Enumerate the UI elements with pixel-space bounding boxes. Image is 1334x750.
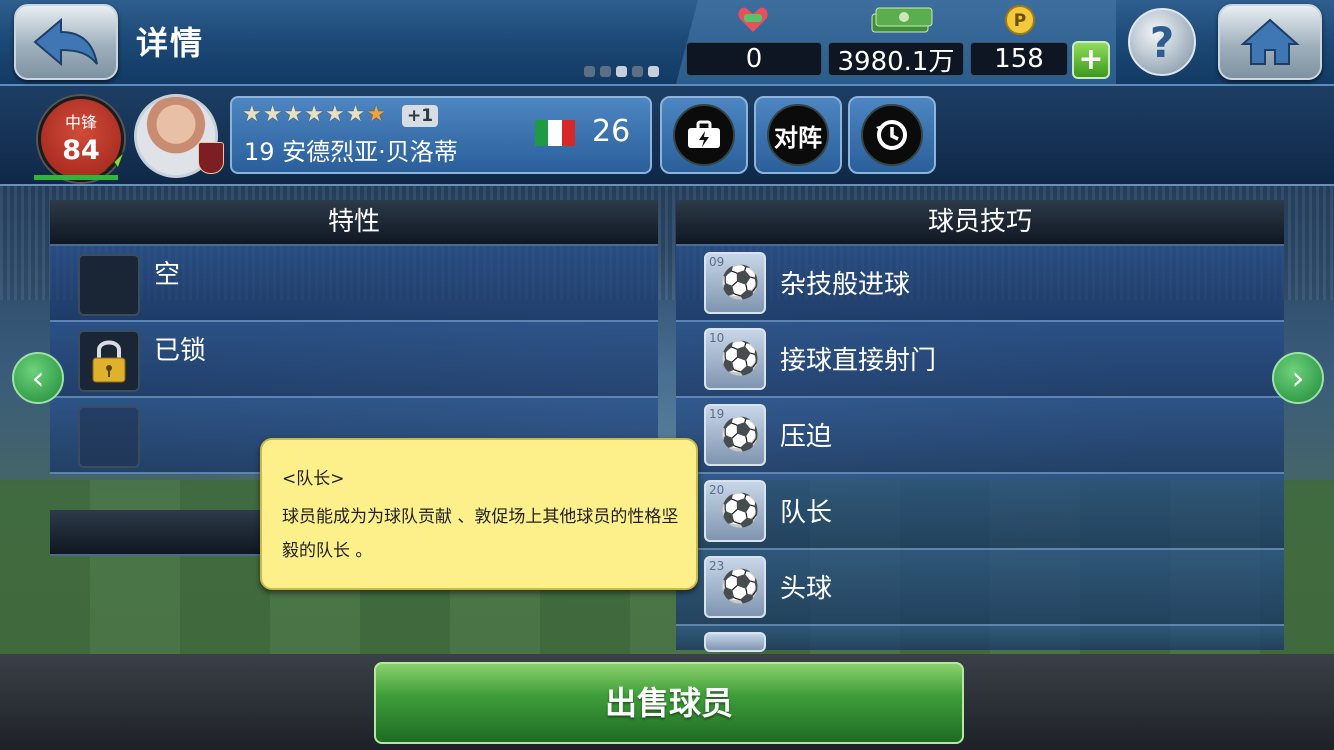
history-clock-icon — [861, 104, 923, 166]
player-age: 26 — [592, 114, 631, 149]
money-stack-icon — [866, 4, 938, 43]
flag-stripe — [535, 120, 549, 146]
back-arrow-icon — [33, 17, 98, 67]
skill-tooltip: <队长> 球员能成为为球队贡献 、敦促场上其他球员的性格坚毅的队长 。 — [260, 438, 698, 590]
back-button[interactable] — [14, 4, 118, 80]
skill-label: 杂技般进球 — [780, 270, 911, 300]
skill-row[interactable]: 09 ⚽ 杂技般进球 — [676, 246, 1284, 322]
help-button[interactable]: ? — [1128, 8, 1196, 76]
home-icon — [1240, 18, 1300, 65]
club-badge-icon — [198, 142, 224, 174]
header-icon: 23 ⚽ — [704, 556, 766, 618]
player-name: 19 安德烈亚·贝洛蒂 — [244, 138, 458, 166]
star-icon: ★ — [262, 102, 283, 127]
svg-text:P: P — [1014, 11, 1026, 31]
traits-header: 特性 — [50, 200, 658, 246]
skill-label: 队长 — [780, 498, 833, 528]
stamina-value: 0 — [686, 42, 822, 76]
coins-value: 158 — [970, 42, 1068, 76]
skill-label: 接球直接射门 — [780, 346, 937, 376]
handshake-icon — [736, 2, 768, 43]
chevron-left-icon: ‹ — [31, 359, 45, 397]
tooltip-body: 球员能成为为球队贡献 、敦促场上其他球员的性格坚毅的队长 。 — [282, 507, 679, 561]
rating-progress-bar — [34, 175, 118, 180]
skill-label: 压迫 — [780, 422, 833, 452]
captaincy-icon: 20 ⚽ — [704, 480, 766, 542]
flag-stripe — [548, 120, 562, 146]
trait-label: 已锁 — [154, 336, 207, 366]
trait-slot-locked[interactable]: 已锁 — [50, 322, 658, 398]
star-icon: ★ — [304, 102, 324, 127]
star-icon: ★ — [366, 102, 387, 127]
trait-label: 空 — [154, 260, 181, 290]
pressing-icon: 19 ⚽ — [704, 404, 766, 466]
growth-arrow-icon — [104, 150, 126, 172]
formation-label: 对阵 — [767, 104, 829, 166]
formation-button[interactable]: 对阵 — [754, 96, 842, 174]
coin-icon: P — [1004, 4, 1036, 43]
first-time-shot-icon: 10 ⚽ — [704, 328, 766, 390]
money-value: 3980.1万 — [828, 42, 964, 77]
skill-row[interactable]: 20 ⚽ 队长 — [676, 474, 1284, 550]
player-figure-icon: ⚽ — [720, 491, 760, 529]
player-figure-icon: ⚽ — [720, 339, 760, 377]
flag-stripe — [561, 120, 575, 146]
star-icon: ★ — [283, 102, 304, 127]
page-dot — [600, 66, 611, 77]
add-coins-button[interactable]: + — [1072, 41, 1110, 79]
star-icon: ★ — [324, 102, 345, 127]
empty-slot-icon — [78, 254, 140, 316]
sell-player-button[interactable]: 出售球员 — [374, 662, 964, 744]
player-figure-icon: ⚽ — [720, 567, 760, 605]
skill-row-partial[interactable] — [676, 626, 1284, 652]
plus-icon: + — [1078, 42, 1104, 77]
page-title: 详情 — [136, 24, 205, 62]
star-rating: ★ ★ ★ ★ ★ ★ ★ — [242, 104, 386, 126]
blank-slot-icon — [78, 406, 140, 468]
page-dot — [632, 66, 643, 77]
page-dot — [584, 66, 595, 77]
page-dot-active — [648, 66, 659, 77]
skill-row[interactable]: 19 ⚽ 压迫 — [676, 398, 1284, 474]
history-button[interactable] — [848, 96, 936, 174]
skill-row[interactable]: 23 ⚽ 头球 — [676, 550, 1284, 626]
skill-row[interactable]: 10 ⚽ 接球直接射门 — [676, 322, 1284, 398]
briefcase-icon — [673, 104, 735, 166]
page-dot-active — [616, 66, 627, 77]
lock-icon — [78, 330, 140, 392]
star-icon: ★ — [345, 102, 366, 127]
skills-panel: 球员技巧 09 ⚽ 杂技般进球 10 ⚽ 接球直接射门 19 ⚽ 压迫 20 ⚽… — [676, 200, 1284, 652]
star-icon: ★ — [242, 102, 262, 127]
player-figure-icon: ⚽ — [720, 415, 760, 453]
previous-player-button[interactable]: ‹ — [12, 352, 64, 404]
page-indicator — [584, 66, 659, 77]
tooltip-title: <队长> — [282, 469, 345, 489]
position-label: 中锋 — [64, 113, 97, 132]
home-button[interactable] — [1218, 4, 1322, 80]
next-player-button[interactable]: › — [1272, 352, 1324, 404]
skills-header: 球员技巧 — [676, 200, 1284, 246]
skill-icon-partial — [704, 632, 766, 652]
upgrade-plus-badge: +1 — [402, 105, 438, 127]
trait-slot-empty[interactable]: 空 — [50, 246, 658, 322]
skill-label: 头球 — [780, 574, 833, 604]
player-figure-icon: ⚽ — [720, 263, 760, 301]
chevron-right-icon: › — [1291, 359, 1305, 397]
acrobatic-finish-icon: 09 ⚽ — [704, 252, 766, 314]
question-mark-icon: ? — [1149, 17, 1175, 67]
nationality-flag-icon — [535, 120, 575, 146]
contract-button[interactable] — [660, 96, 748, 174]
